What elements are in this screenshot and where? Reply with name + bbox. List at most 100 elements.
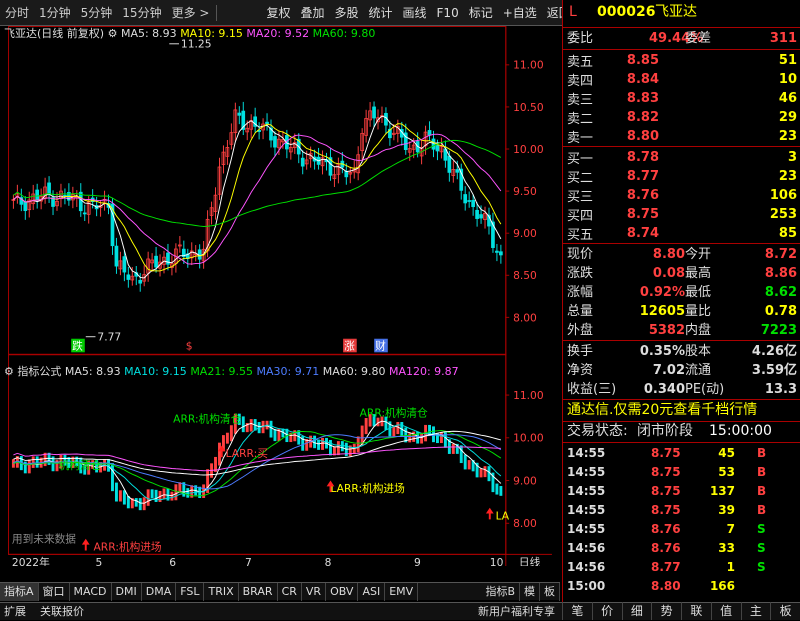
ad-banner[interactable]: 通达信.仅需20元查看千档行情 <box>563 401 800 420</box>
tool-button-6[interactable]: 标记 <box>464 0 498 26</box>
indicator-tab-11[interactable]: ASI <box>358 582 386 601</box>
candle-body <box>471 199 475 208</box>
indicator-tab-2[interactable]: MACD <box>70 582 112 601</box>
quote-label-2: 今开 <box>685 247 712 262</box>
indicator-tab-7[interactable]: BRAR <box>239 582 278 601</box>
related-quote-button[interactable]: 关联报价 <box>40 603 84 621</box>
indicator-tab-0[interactable]: 指标A <box>0 582 39 601</box>
indicator-tab-8[interactable]: CR <box>278 582 302 601</box>
fund-value: 0.340 <box>643 382 685 397</box>
tool-button-0[interactable]: 复权 <box>261 0 295 26</box>
x-axis-label: 8 <box>325 556 332 566</box>
tick-volume: 7 <box>726 522 735 536</box>
indicator-tab-1[interactable]: 窗口 <box>39 582 70 601</box>
sell-price: 8.85 <box>626 53 659 68</box>
bottom-nav-5[interactable]: 值 <box>710 602 741 620</box>
candle-body <box>138 279 143 284</box>
sell-volume: 51 <box>778 53 797 68</box>
indicator-tab-6[interactable]: TRIX <box>204 582 239 601</box>
indicator-tab-10[interactable]: OBV <box>326 582 359 601</box>
period-tab-1[interactable]: 1分钟 <box>34 0 76 26</box>
indicator-tab-5[interactable]: FSL <box>176 582 205 601</box>
trade-state-row: 交易状态: 闭市阶段 15:00:00 <box>563 422 800 441</box>
sell-label: 卖五 <box>567 55 594 70</box>
tick-volume: 166 <box>709 579 735 593</box>
bottom-nav-0[interactable]: 笔 <box>562 602 592 620</box>
sell-row: 卖二 8.82 29 <box>563 108 800 127</box>
tick-price: 8.76 <box>651 522 681 536</box>
indicator-tab-9[interactable]: VR <box>302 582 327 601</box>
sell-row: 卖四 8.84 10 <box>563 70 800 89</box>
indicator-bar <box>420 432 424 444</box>
tick-row: 14:56 8.76 33 S <box>563 539 800 558</box>
expand-button[interactable]: 扩展 <box>4 603 26 621</box>
period-tab-0[interactable]: 分时 <box>0 0 34 26</box>
event-marker[interactable]: $ <box>186 339 193 352</box>
sub-chart-title[interactable]: 指标公式 <box>17 365 61 378</box>
indicator-tab-right-2[interactable]: 板 <box>540 582 560 601</box>
tool-button-2[interactable]: 多股 <box>329 0 363 26</box>
tool-button-7[interactable]: +自选 <box>498 0 542 26</box>
indicator-settings-icon[interactable]: ⚙ <box>4 365 14 378</box>
indicator-bar <box>463 454 467 470</box>
indicator-tab-12[interactable]: EMV <box>385 582 419 601</box>
fund-value-2: 3.59亿 <box>751 363 797 378</box>
sub-y-tick-label: 10.00 <box>513 432 544 445</box>
quote-value-2: 8.72 <box>764 247 797 262</box>
buy-arrow-icon <box>81 538 90 551</box>
tool-button-3[interactable]: 统计 <box>364 0 398 26</box>
ma10-line <box>13 123 502 272</box>
tick-row: 14:56 8.77 1 S <box>563 558 800 577</box>
indicator-tab-right-0[interactable]: 指标B <box>481 582 520 601</box>
sub-chart-legend: ⚙ 指标公式 MA5: 8.93 MA10: 9.15 MA21: 9.55 M… <box>4 364 459 380</box>
sell-label: 卖四 <box>567 74 594 89</box>
buy-price: 8.75 <box>626 207 659 222</box>
indicator-bar <box>35 456 39 468</box>
main-y-tick-label: 8.50 <box>513 269 537 282</box>
indicator-tab-4[interactable]: DMA <box>142 582 177 601</box>
tick-row: 14:55 8.75 45 B <box>563 444 800 463</box>
indicator-bar <box>174 484 178 501</box>
quote-row: 涨跌 0.08 最高 8.86 <box>563 264 800 283</box>
weicha-value: 311 <box>769 31 797 46</box>
ad-banner-text[interactable]: 通达信.仅需20元查看千档行情 <box>567 401 757 420</box>
buy-row: 买四 8.75 253 <box>563 205 800 224</box>
main-y-tick-label: 11.00 <box>513 59 544 72</box>
bottom-nav-2[interactable]: 细 <box>621 602 652 620</box>
bottom-nav-1[interactable]: 价 <box>591 602 622 620</box>
kline-chart[interactable]: 11.00 10.50 10.00 9.50 9.00 8.50 8.00 11.00 10.0… <box>0 26 560 566</box>
period-tab-2[interactable]: 5分钟 <box>76 0 118 26</box>
bottom-nav-6[interactable]: 主 <box>740 602 771 620</box>
indicator-tab-right-1[interactable]: 模 <box>520 582 540 601</box>
tool-button-1[interactable]: 叠加 <box>295 0 329 26</box>
tool-button-4[interactable]: 画线 <box>398 0 432 26</box>
chart-settings-icon[interactable]: ⚙ <box>108 27 118 40</box>
event-marker[interactable]: 涨 <box>344 339 355 352</box>
sell-price: 8.84 <box>626 72 659 87</box>
new-user-promo[interactable]: 新用户福利专享 <box>478 603 555 621</box>
buy-row: 买三 8.76 106 <box>563 186 800 205</box>
main-chart-title: 飞亚达(日线 前复权) <box>4 27 105 40</box>
event-marker[interactable]: 财 <box>375 339 386 352</box>
event-marker[interactable]: 跌 <box>72 339 83 352</box>
stock-header: L 000026 飞亚达 <box>563 3 800 25</box>
buy-label: 买五 <box>567 228 594 243</box>
indicator-annotation: LARR:买 <box>226 447 268 460</box>
candle-body <box>463 194 468 204</box>
toolbar-divider <box>216 4 218 21</box>
tick-volume: 45 <box>718 446 735 460</box>
bottom-nav-3[interactable]: 势 <box>651 602 681 620</box>
ma20-line <box>13 133 502 265</box>
tick-direction: B <box>757 446 767 460</box>
indicator-tab-3[interactable]: DMI <box>112 582 142 601</box>
period-tab-4[interactable]: 更多 > <box>167 0 215 26</box>
stock-name[interactable]: 飞亚达 <box>655 3 697 22</box>
x-axis-label: 10 <box>490 556 504 566</box>
stock-code[interactable]: 000026 <box>597 3 655 22</box>
bottom-nav-4[interactable]: 联 <box>681 602 711 620</box>
period-tab-3[interactable]: 15分钟 <box>117 0 166 26</box>
tick-direction: B <box>757 465 767 479</box>
tick-row: 14:55 8.75 53 B <box>563 463 800 482</box>
tool-button-5[interactable]: F10 <box>432 0 464 26</box>
bottom-nav-7[interactable]: 板 <box>770 602 800 620</box>
